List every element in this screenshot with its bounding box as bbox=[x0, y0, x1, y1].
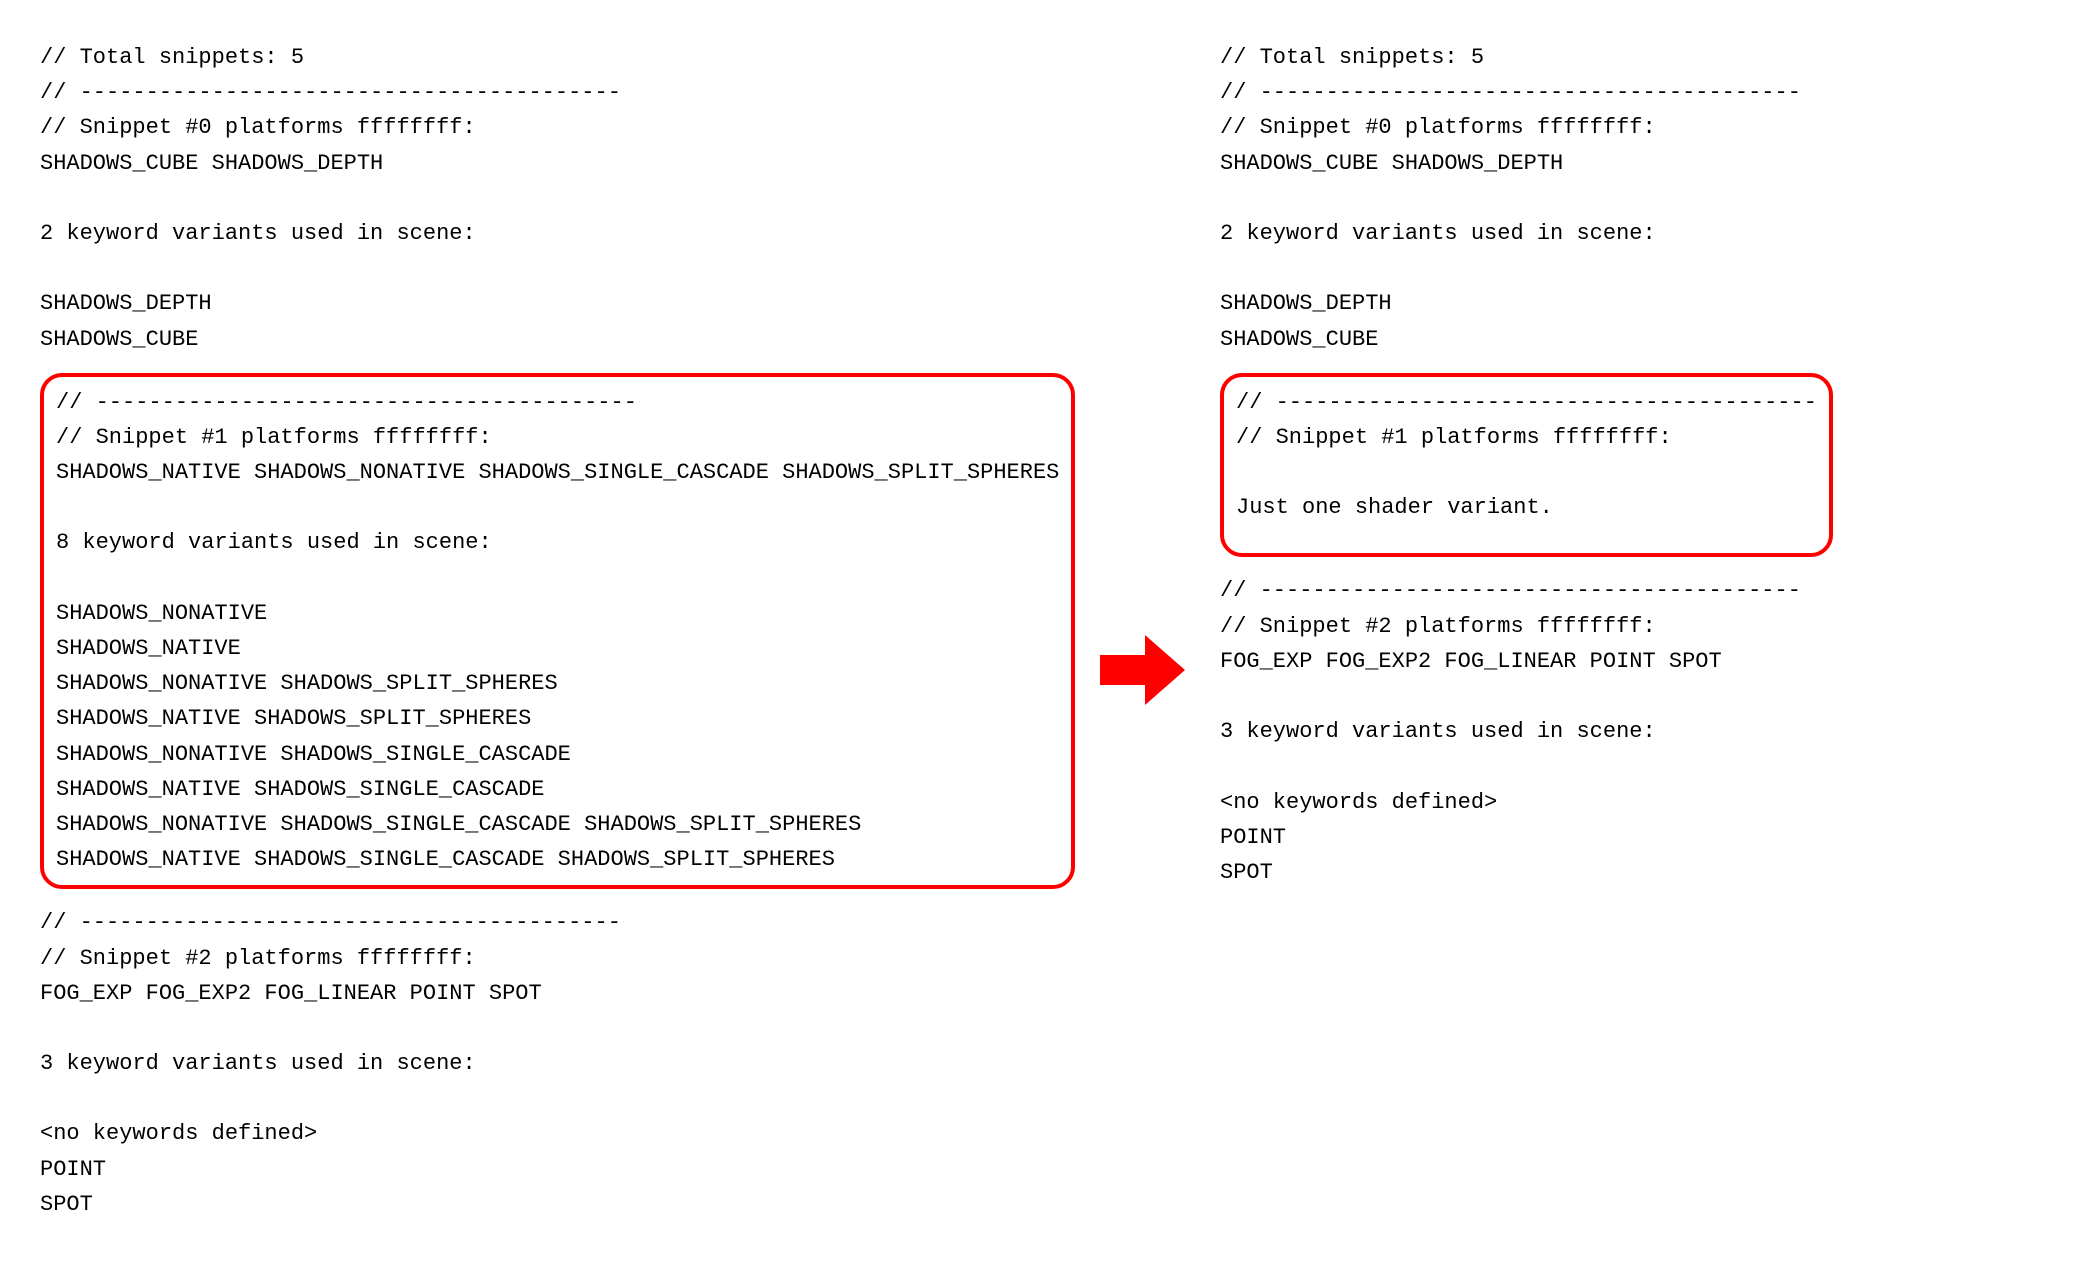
left-snippet-0: // Total snippets: 5 // ----------------… bbox=[40, 40, 1060, 357]
right-highlight-box: // -------------------------------------… bbox=[1220, 373, 1833, 558]
arrow-container bbox=[1090, 40, 1190, 920]
left-highlight-box: // -------------------------------------… bbox=[40, 373, 1075, 890]
right-snippet-0: // Total snippets: 5 // ----------------… bbox=[1220, 40, 1840, 357]
arrow-right-icon bbox=[1090, 620, 1190, 720]
right-snippet-1: // -------------------------------------… bbox=[1236, 385, 1817, 526]
left-snippet-1: // -------------------------------------… bbox=[56, 385, 1059, 878]
right-snippet-2: // -------------------------------------… bbox=[1220, 573, 1840, 890]
right-panel: // Total snippets: 5 // ----------------… bbox=[1220, 40, 1840, 890]
left-snippet-2: // -------------------------------------… bbox=[40, 905, 1060, 1222]
left-panel: // Total snippets: 5 // ----------------… bbox=[40, 40, 1060, 1222]
